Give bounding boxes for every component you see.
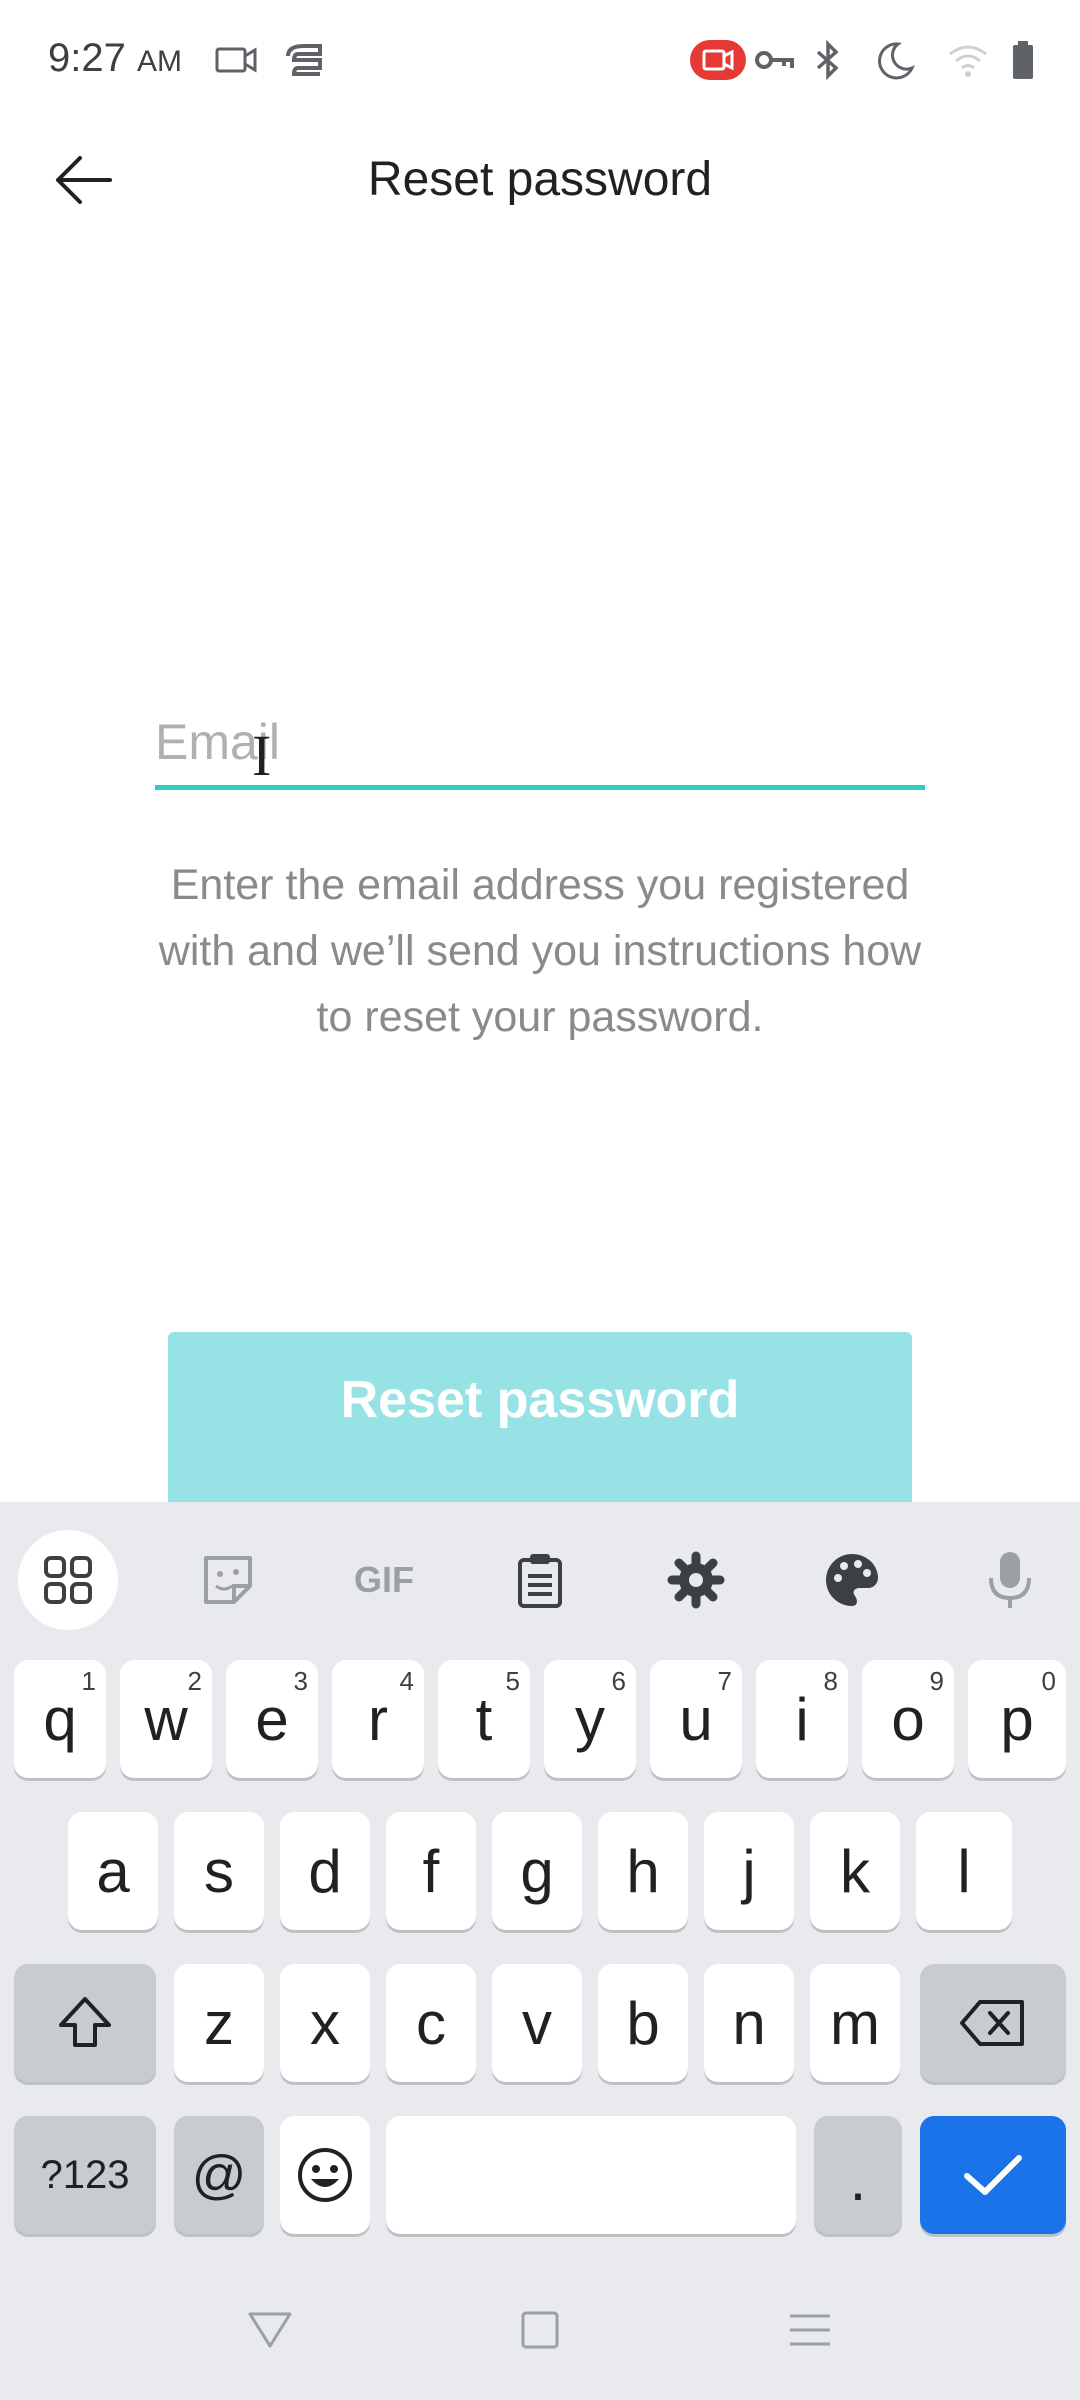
home-square-icon[interactable] xyxy=(510,2300,570,2360)
do-not-disturb-moon-icon xyxy=(878,42,915,80)
key-j[interactable]: j xyxy=(704,1812,794,1930)
at-key[interactable]: @ xyxy=(174,2116,264,2234)
enter-key[interactable] xyxy=(920,2116,1066,2234)
recents-menu-icon[interactable] xyxy=(780,2300,840,2360)
keyboard: GIF q1 w2 e3 r4 t5 y6 u7 i8 o9 p0 a s d … xyxy=(0,1502,1080,2400)
settings-gear-icon[interactable] xyxy=(646,1530,746,1630)
key-l[interactable]: l xyxy=(916,1812,1012,1930)
backspace-icon xyxy=(960,2000,1024,2046)
video-call-icon xyxy=(215,47,257,73)
period-key[interactable]: . xyxy=(814,2116,902,2234)
space-bar[interactable] xyxy=(386,2116,796,2234)
key-v[interactable]: v xyxy=(492,1964,582,2082)
key-a[interactable]: a xyxy=(68,1812,158,1930)
theme-palette-icon[interactable] xyxy=(802,1530,902,1630)
text-cursor-icon: I xyxy=(252,723,272,788)
backspace-key[interactable] xyxy=(920,1964,1066,2082)
back-triangle-icon[interactable] xyxy=(240,2300,300,2360)
shift-arrow-icon xyxy=(59,1997,111,2047)
key-c[interactable]: c xyxy=(386,1964,476,2082)
clipboard-icon[interactable] xyxy=(490,1530,590,1630)
key-s[interactable]: s xyxy=(174,1812,264,1930)
key-w[interactable]: w2 xyxy=(120,1660,212,1778)
key-o[interactable]: o9 xyxy=(862,1660,954,1778)
sticker-icon[interactable] xyxy=(178,1530,278,1630)
key-z[interactable]: z xyxy=(174,1964,264,2082)
key-q[interactable]: q1 xyxy=(14,1660,106,1778)
key-n[interactable]: n xyxy=(704,1964,794,2082)
key-r[interactable]: r4 xyxy=(332,1660,424,1778)
shift-key[interactable] xyxy=(14,1964,156,2082)
key-g[interactable]: g xyxy=(492,1812,582,1930)
key-x[interactable]: x xyxy=(280,1964,370,2082)
key-y[interactable]: y6 xyxy=(544,1660,636,1778)
key-i[interactable]: i8 xyxy=(756,1660,848,1778)
app-notification-icon xyxy=(286,44,322,76)
key-m[interactable]: m xyxy=(810,1964,900,2082)
screen-record-icon xyxy=(690,40,746,80)
key-u[interactable]: u7 xyxy=(650,1660,742,1778)
key-f[interactable]: f xyxy=(386,1812,476,1930)
emoji-key[interactable] xyxy=(280,2116,370,2234)
checkmark-icon xyxy=(964,2155,1022,2195)
vpn-key-icon xyxy=(755,51,794,69)
reset-password-button[interactable]: Reset password xyxy=(168,1332,912,1502)
apps-grid-icon[interactable] xyxy=(18,1530,118,1630)
key-k[interactable]: k xyxy=(810,1812,900,1930)
key-t[interactable]: t5 xyxy=(438,1660,530,1778)
key-p[interactable]: p0 xyxy=(968,1660,1066,1778)
help-text: Enter the email address you registered w… xyxy=(158,861,922,1041)
key-e[interactable]: e3 xyxy=(226,1660,318,1778)
key-h[interactable]: h xyxy=(598,1812,688,1930)
battery-icon xyxy=(1013,41,1033,79)
page-title: Reset password xyxy=(367,153,713,206)
bluetooth-icon xyxy=(816,39,839,81)
status-time: 9:27 AM xyxy=(48,36,182,80)
symbols-key[interactable]: ?123 xyxy=(14,2116,156,2234)
emoji-icon xyxy=(298,2148,352,2202)
gif-icon[interactable]: GIF xyxy=(334,1530,434,1630)
key-d[interactable]: d xyxy=(280,1812,370,1930)
microphone-icon[interactable] xyxy=(960,1530,1060,1630)
key-b[interactable]: b xyxy=(598,1964,688,2082)
wifi-icon xyxy=(949,45,987,77)
